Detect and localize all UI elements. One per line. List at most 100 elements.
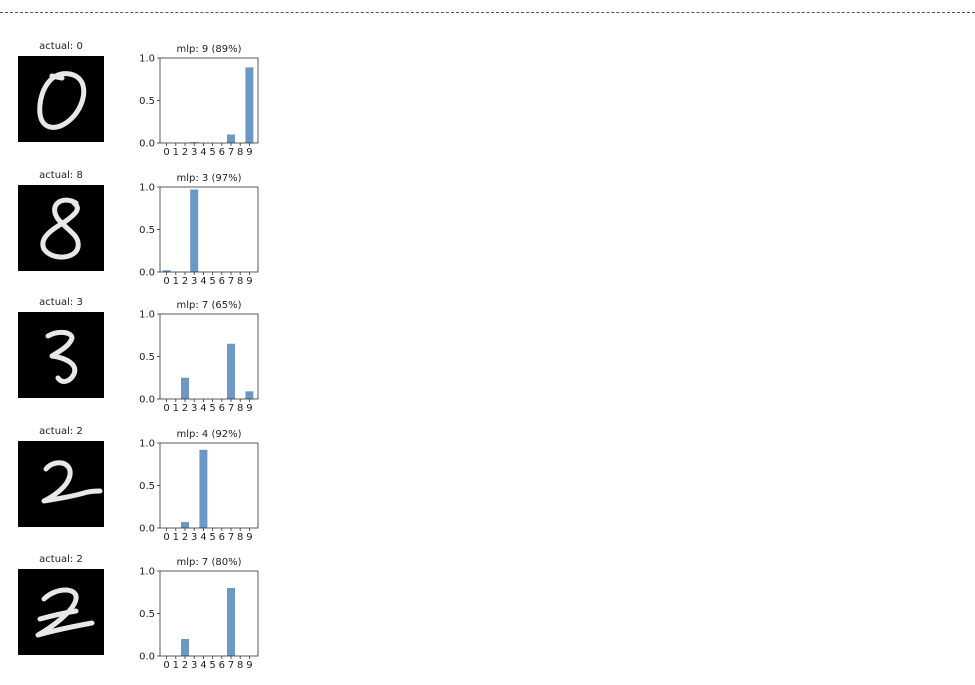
- plot-frame: [159, 570, 259, 657]
- x-tick-label: 9: [246, 403, 252, 414]
- plot-frame: [159, 57, 259, 144]
- x-tick-label: 4: [200, 660, 206, 671]
- y-tick-label: 0.0: [139, 524, 155, 535]
- x-tick-label: 0: [163, 276, 169, 287]
- x-tick-label: 2: [182, 276, 188, 287]
- probability-bar-chart: mlp: 7 (80%) 0.0 0.5 1.0 0 1 2 3 4 5 6 7 8 9: [139, 557, 259, 671]
- x-tick-label: 5: [209, 403, 215, 414]
- prediction-row: actual: 0 mlp: 9 (89%) 0.0 0.5 1.0 0 1 2 3 4 5 6 7 8 9: [0, 41, 300, 169]
- y-tick-label: 0.0: [139, 139, 155, 150]
- x-tick-label: 5: [209, 147, 215, 158]
- chart-title: mlp: 7 (80%): [177, 557, 242, 568]
- probability-bar-chart: mlp: 3 (97%) 0.0 0.5 1.0 0 1 2 3 4 5 6 7 8 9: [139, 173, 259, 287]
- y-tick-label: 0.5: [139, 352, 155, 363]
- bar-digit-9: [245, 67, 254, 143]
- chart-title: mlp: 3 (97%): [177, 173, 242, 184]
- bar-digit-7: [227, 134, 235, 143]
- bar-digit-7: [227, 588, 235, 656]
- x-tick-label: 6: [219, 660, 225, 671]
- x-tick-label: 7: [228, 403, 234, 414]
- y-tick-label: 1.0: [139, 183, 155, 194]
- chart-title: mlp: 9 (89%): [177, 44, 242, 55]
- digit-actual-label: actual: 3: [39, 297, 83, 308]
- x-tick-label: 9: [246, 532, 252, 543]
- x-tick-label: 8: [237, 403, 243, 414]
- digit-actual-label: actual: 0: [39, 41, 83, 52]
- digit-stroke: [35, 587, 95, 638]
- x-tick-label: 5: [209, 276, 215, 287]
- x-tick-label: 0: [163, 147, 169, 158]
- chart-title: mlp: 4 (92%): [177, 429, 242, 440]
- y-tick-label: 0.0: [139, 652, 155, 663]
- y-tick-label: 1.0: [139, 567, 155, 578]
- prediction-row: actual: 2 mlp: 7 (80%) 0.0 0.5 1.0 0 1 2 3 4 5 6 7 8 9: [0, 554, 300, 682]
- x-tick-label: 9: [246, 660, 252, 671]
- x-tick-label: 3: [191, 276, 197, 287]
- digit-stroke: [40, 197, 81, 260]
- chart-title: mlp: 7 (65%): [177, 300, 242, 311]
- x-tick-label: 2: [182, 532, 188, 543]
- x-tick-label: 3: [191, 532, 197, 543]
- x-tick-label: 0: [163, 532, 169, 543]
- bar-digit-7: [227, 343, 235, 399]
- bar-digit-2: [181, 522, 189, 528]
- x-tick-label: 6: [219, 532, 225, 543]
- x-tick-label: 1: [173, 403, 179, 414]
- x-tick-label: 1: [173, 276, 179, 287]
- handwritten-8-icon: [18, 185, 104, 271]
- digit-stroke: [45, 329, 78, 384]
- bar-digit-3: [190, 189, 199, 272]
- x-tick-label: 4: [200, 147, 206, 158]
- y-tick-label: 0.5: [139, 609, 155, 620]
- x-tick-label: 4: [200, 276, 206, 287]
- x-tick-label: 3: [191, 403, 197, 414]
- digit-stroke: [41, 460, 103, 504]
- x-tick-label: 8: [237, 660, 243, 671]
- x-tick-label: 6: [219, 276, 225, 287]
- bar-digit-2: [181, 639, 189, 656]
- x-tick-label: 7: [228, 276, 234, 287]
- x-tick-label: 1: [173, 147, 179, 158]
- digit-actual-label: actual: 8: [39, 170, 83, 181]
- digit-actual-label: actual: 2: [39, 426, 83, 437]
- x-tick-label: 9: [246, 276, 252, 287]
- y-tick-label: 0.5: [139, 96, 155, 107]
- prediction-figure: actual: 0 mlp: 9 (89%) 0.0 0.5 1.0 0 1 2 3 4 5 6 7 8 9…: [0, 0, 975, 685]
- y-tick-label: 1.0: [139, 310, 155, 321]
- bar-digit-9: [245, 391, 254, 399]
- x-tick-label: 7: [228, 147, 234, 158]
- x-tick-label: 0: [163, 403, 169, 414]
- probability-bar-chart: mlp: 7 (65%) 0.0 0.5 1.0 0 1 2 3 4 5 6 7 8 9: [139, 300, 259, 414]
- plot-frame: [159, 313, 259, 400]
- x-tick-label: 9: [246, 147, 252, 158]
- digit-stroke: [37, 71, 87, 130]
- handwritten-0-icon: [18, 56, 104, 142]
- x-tick-label: 7: [228, 532, 234, 543]
- y-tick-label: 1.0: [139, 54, 155, 65]
- x-tick-label: 5: [209, 532, 215, 543]
- prediction-row: actual: 8 mlp: 3 (97%) 0.0 0.5 1.0 0 1 2 3 4 5 6 7 8 9: [0, 170, 300, 298]
- digit-actual-label: actual: 2: [39, 554, 83, 565]
- x-tick-label: 6: [219, 403, 225, 414]
- bar-digit-2: [181, 377, 189, 399]
- x-tick-label: 1: [173, 660, 179, 671]
- x-tick-label: 8: [237, 147, 243, 158]
- plot-frame: [159, 442, 259, 529]
- handwritten-2-icon: [18, 441, 104, 527]
- x-tick-label: 3: [191, 660, 197, 671]
- x-tick-label: 8: [237, 532, 243, 543]
- x-tick-label: 4: [200, 532, 206, 543]
- x-tick-label: 7: [228, 660, 234, 671]
- x-tick-label: 5: [209, 660, 215, 671]
- x-tick-label: 0: [163, 660, 169, 671]
- x-tick-label: 2: [182, 147, 188, 158]
- x-tick-label: 2: [182, 660, 188, 671]
- y-tick-label: 0.5: [139, 225, 155, 236]
- x-tick-label: 4: [200, 403, 206, 414]
- x-tick-label: 8: [237, 276, 243, 287]
- handwritten-2-slanted-icon: [18, 569, 104, 655]
- x-tick-label: 2: [182, 403, 188, 414]
- y-tick-label: 1.0: [139, 439, 155, 450]
- x-tick-label: 1: [173, 532, 179, 543]
- prediction-row: actual: 3 mlp: 7 (65%) 0.0 0.5 1.0 0 1 2 3 4 5 6 7 8 9: [0, 297, 300, 425]
